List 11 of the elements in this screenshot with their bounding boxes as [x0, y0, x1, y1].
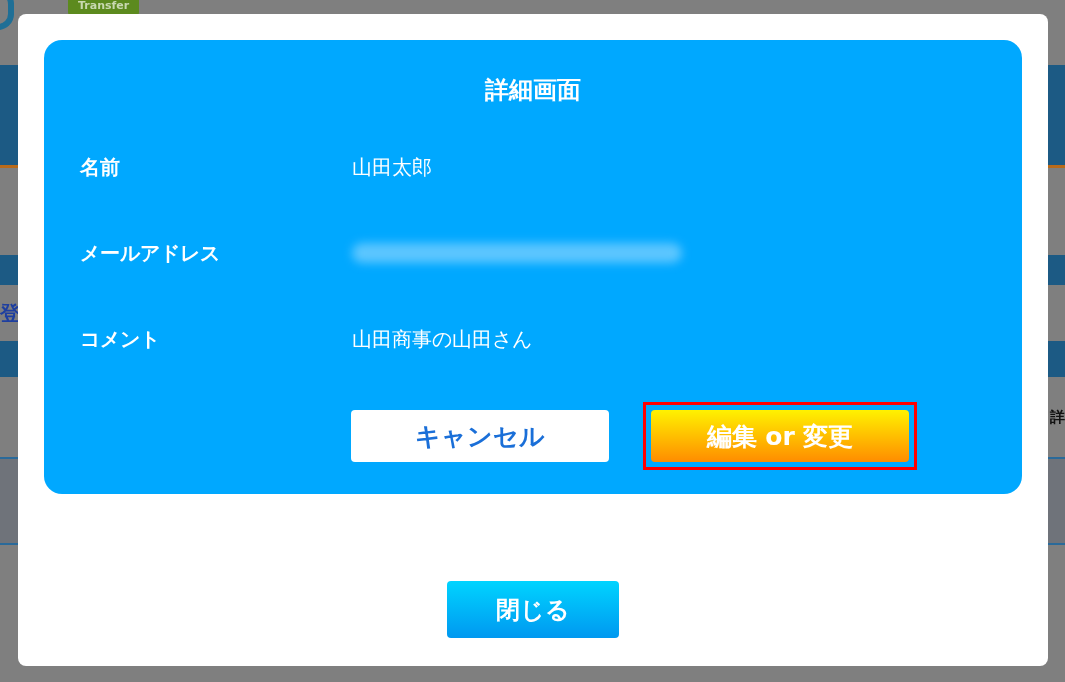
- cancel-button[interactable]: キャンセル: [351, 410, 609, 462]
- field-label: コメント: [80, 325, 161, 353]
- field-value: 山田商事の山田さん: [352, 325, 532, 353]
- background-heading: 登: [0, 299, 20, 327]
- field-label: メールアドレス: [80, 239, 221, 267]
- field-label: 名前: [80, 153, 121, 181]
- background-label: 詳: [1050, 407, 1065, 427]
- field-value: 山田太郎: [352, 153, 432, 181]
- edit-button[interactable]: 編集 or 変更: [651, 410, 909, 462]
- close-button[interactable]: 閉じる: [447, 581, 619, 638]
- dialog-title: 詳細画面: [485, 75, 581, 106]
